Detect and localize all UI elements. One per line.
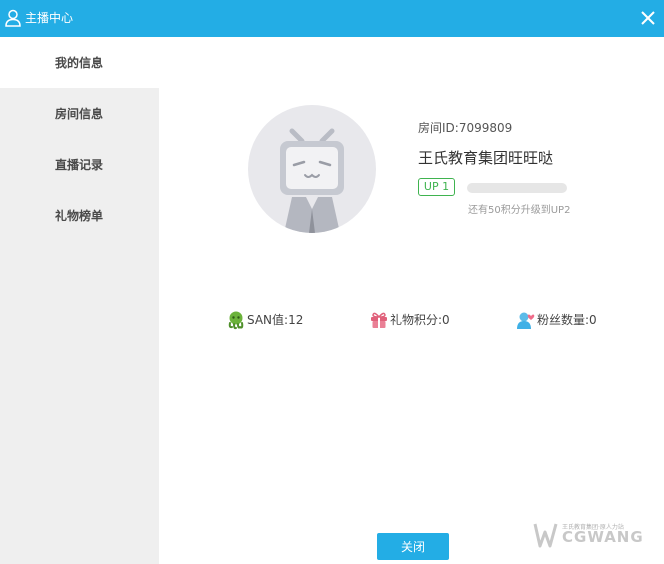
upgrade-hint: 还有50积分升级到UP2 [468, 205, 571, 216]
sidebar: 我的信息 房间信息 直播记录 礼物榜单 [0, 37, 159, 564]
level-progress-bar [467, 183, 567, 193]
user-icon [5, 9, 21, 27]
level-badge: UP 1 [418, 178, 455, 196]
sidebar-item-gift-ranking[interactable]: 礼物榜单 [0, 190, 159, 241]
avatar [248, 105, 376, 233]
tv-mascot-avatar-icon [280, 128, 344, 233]
sidebar-item-label: 礼物榜单 [55, 209, 104, 223]
window-title: 主播中心 [25, 11, 74, 25]
room-id: 房间ID:7099809 [418, 121, 513, 135]
watermark-title: CGWANG [562, 528, 644, 546]
close-button[interactable]: 关闭 [377, 533, 449, 560]
cgwang-logo-icon [533, 523, 558, 548]
watermark-logo: 王氏教育集团·原人力站 CGWANG [532, 520, 643, 550]
sidebar-item-my-info[interactable]: 我的信息 [0, 37, 159, 88]
title-bar: 主播中心 [0, 0, 664, 37]
sidebar-item-label: 房间信息 [55, 107, 104, 121]
octopus-icon [228, 311, 244, 330]
nickname: 王氏教育集团旺旺哒 [418, 149, 554, 167]
sidebar-item-room-info[interactable]: 房间信息 [0, 88, 159, 139]
gift-icon [371, 312, 387, 328]
stat-gift-text: 礼物积分:0 [390, 313, 450, 327]
stat-fans-text: 粉丝数量:0 [537, 313, 597, 327]
fans-icon [517, 312, 535, 329]
sidebar-item-label: 直播记录 [55, 158, 104, 172]
sidebar-item-label: 我的信息 [55, 56, 104, 70]
sidebar-item-live-records[interactable]: 直播记录 [0, 139, 159, 190]
close-icon[interactable] [639, 9, 657, 27]
stat-san-text: SAN值:12 [247, 313, 304, 327]
